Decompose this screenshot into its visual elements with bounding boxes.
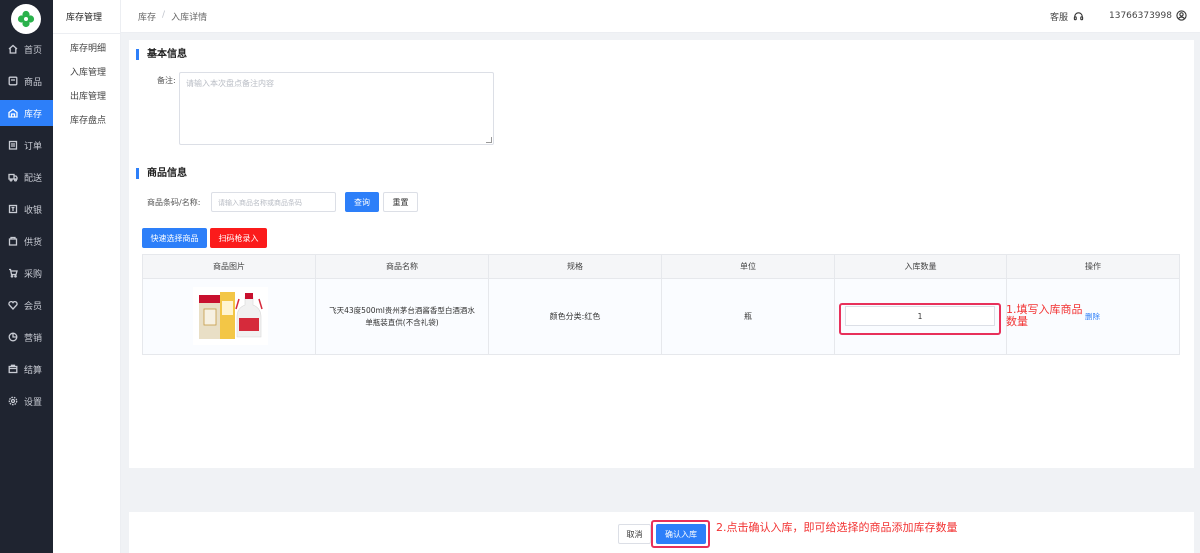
subnav-item-inbound[interactable]: 入库管理	[70, 65, 106, 78]
col-image: 商品图片	[143, 255, 316, 278]
search-placeholder: 请输入商品名称或商品条码	[218, 199, 302, 207]
marketing-icon	[8, 332, 18, 342]
nav-item-label: 商品	[24, 77, 43, 88]
remark-label: 备注:	[157, 76, 176, 85]
secondary-sidebar: 库存管理 库存明细 入库管理 出库管理 库存盘点	[53, 0, 121, 553]
nav-item-goods[interactable]: 商品	[0, 68, 53, 94]
headset-icon	[1073, 12, 1084, 21]
customer-service[interactable]: 客服	[1050, 10, 1084, 23]
cashier-icon	[8, 204, 18, 214]
col-unit: 单位	[662, 255, 835, 278]
remark-textarea[interactable]: 请输入本次盘点备注内容	[179, 72, 494, 145]
nav-item-label: 订单	[24, 141, 43, 152]
member-icon	[8, 300, 18, 310]
nav-item-settle[interactable]: 结算	[0, 356, 53, 382]
table-header: 商品图片 商品名称 规格 单位 入库数量 操作	[143, 255, 1179, 279]
truck-icon	[8, 172, 18, 182]
breadcrumb-inbound-detail: 入库详情	[171, 13, 208, 23]
delete-link[interactable]: 删除	[1085, 311, 1100, 322]
nav-item-label: 首页	[24, 45, 43, 56]
cancel-button[interactable]: 取消	[618, 524, 651, 544]
remark-placeholder: 请输入本次盘点备注内容	[186, 79, 274, 88]
cell-image	[143, 279, 316, 354]
subnav-title: 库存管理	[66, 13, 103, 23]
cell-spec: 颜色分类:红色	[489, 279, 662, 354]
user-avatar-icon	[1176, 10, 1187, 21]
goods-info-title: 商品信息	[136, 168, 187, 179]
quick-select-goods-button[interactable]: 快速选择商品	[142, 228, 207, 248]
product-image	[193, 287, 268, 345]
annotation-step1: 1.填写入库商品数量	[1006, 303, 1083, 328]
breadcrumb: 库存 / 入库详情	[138, 10, 207, 23]
nav-item-label: 会员	[24, 301, 43, 312]
user-phone: 13766373998	[1109, 10, 1172, 21]
nav-item-label: 结算	[24, 365, 43, 376]
nav-item-stock[interactable]: 库存	[0, 100, 53, 126]
nav-item-cashier[interactable]: 收银	[0, 196, 53, 222]
home-icon	[8, 44, 18, 54]
settle-icon	[8, 364, 18, 374]
order-icon	[8, 140, 18, 150]
nav-item-marketing[interactable]: 营销	[0, 324, 53, 350]
main-sidebar: 首页 商品 库存 订单 配送 收银 供货 采购 会员 营销 结算 设置	[0, 0, 53, 553]
col-name: 商品名称	[316, 255, 489, 278]
nav-item-label: 库存	[24, 109, 43, 120]
nav-item-settings[interactable]: 设置	[0, 388, 53, 414]
clover-logo-icon	[17, 10, 35, 28]
goods-icon	[8, 76, 18, 86]
nav-item-order[interactable]: 订单	[0, 132, 53, 158]
breadcrumb-stock[interactable]: 库存	[138, 10, 156, 23]
annotation-confirm-highlight	[651, 520, 710, 548]
col-action: 操作	[1085, 262, 1101, 271]
scan-input-button[interactable]: 扫码枪录入	[210, 228, 267, 248]
nav-item-label: 采购	[24, 269, 43, 280]
cart-icon	[8, 268, 18, 278]
app-logo[interactable]	[11, 4, 41, 34]
subnav-item-stock-detail[interactable]: 库存明细	[70, 41, 106, 54]
nav-item-purchase[interactable]: 采购	[0, 260, 53, 286]
subnav-item-stocktake[interactable]: 库存盘点	[70, 113, 106, 126]
cell-name: 飞天43度500ml贵州茅台酒酱香型白酒酒水单瓶装直供(不含礼袋)	[316, 279, 489, 354]
query-button[interactable]: 查询	[345, 192, 379, 212]
search-label: 商品条码/名称:	[147, 198, 201, 207]
annotation-step2: 2.点击确认入库，即可给选择的商品添加库存数量	[716, 521, 958, 534]
basic-info-title: 基本信息	[136, 49, 187, 60]
nav-item-label: 配送	[24, 173, 43, 184]
reset-button[interactable]: 重置	[383, 192, 418, 212]
settings-icon	[8, 396, 18, 406]
main-card: 基本信息 备注: 请输入本次盘点备注内容 商品信息 商品条码/名称: 请输入商品…	[129, 40, 1194, 468]
resize-handle-icon[interactable]	[486, 137, 492, 143]
product-bottle-icon	[199, 292, 263, 339]
user-account[interactable]: 13766373998	[1109, 10, 1187, 21]
stock-icon	[8, 108, 18, 118]
annotation-qty-highlight	[839, 303, 1001, 335]
product-name: 飞天43度500ml贵州茅台酒酱香型白酒酒水单瓶装直供(不含礼袋)	[329, 305, 475, 327]
nav-item-member[interactable]: 会员	[0, 292, 53, 318]
nav-item-home[interactable]: 首页	[0, 36, 53, 62]
nav-item-supply[interactable]: 供货	[0, 228, 53, 254]
nav-item-delivery[interactable]: 配送	[0, 164, 53, 190]
search-input[interactable]: 请输入商品名称或商品条码	[211, 192, 336, 212]
subnav-divider	[53, 33, 121, 34]
breadcrumb-separator: /	[162, 10, 166, 20]
top-header: 库存 / 入库详情 客服 13766373998	[121, 0, 1200, 33]
nav-item-label: 供货	[24, 237, 43, 248]
col-spec: 规格	[489, 255, 662, 278]
cell-unit: 瓶	[662, 279, 835, 354]
subnav-item-outbound[interactable]: 出库管理	[70, 89, 106, 102]
nav-item-label: 收银	[24, 205, 43, 216]
nav-item-label: 营销	[24, 333, 43, 344]
service-label: 客服	[1050, 13, 1069, 23]
nav-item-label: 设置	[24, 397, 43, 408]
supply-icon	[8, 236, 18, 246]
col-qty: 入库数量	[835, 255, 1007, 278]
